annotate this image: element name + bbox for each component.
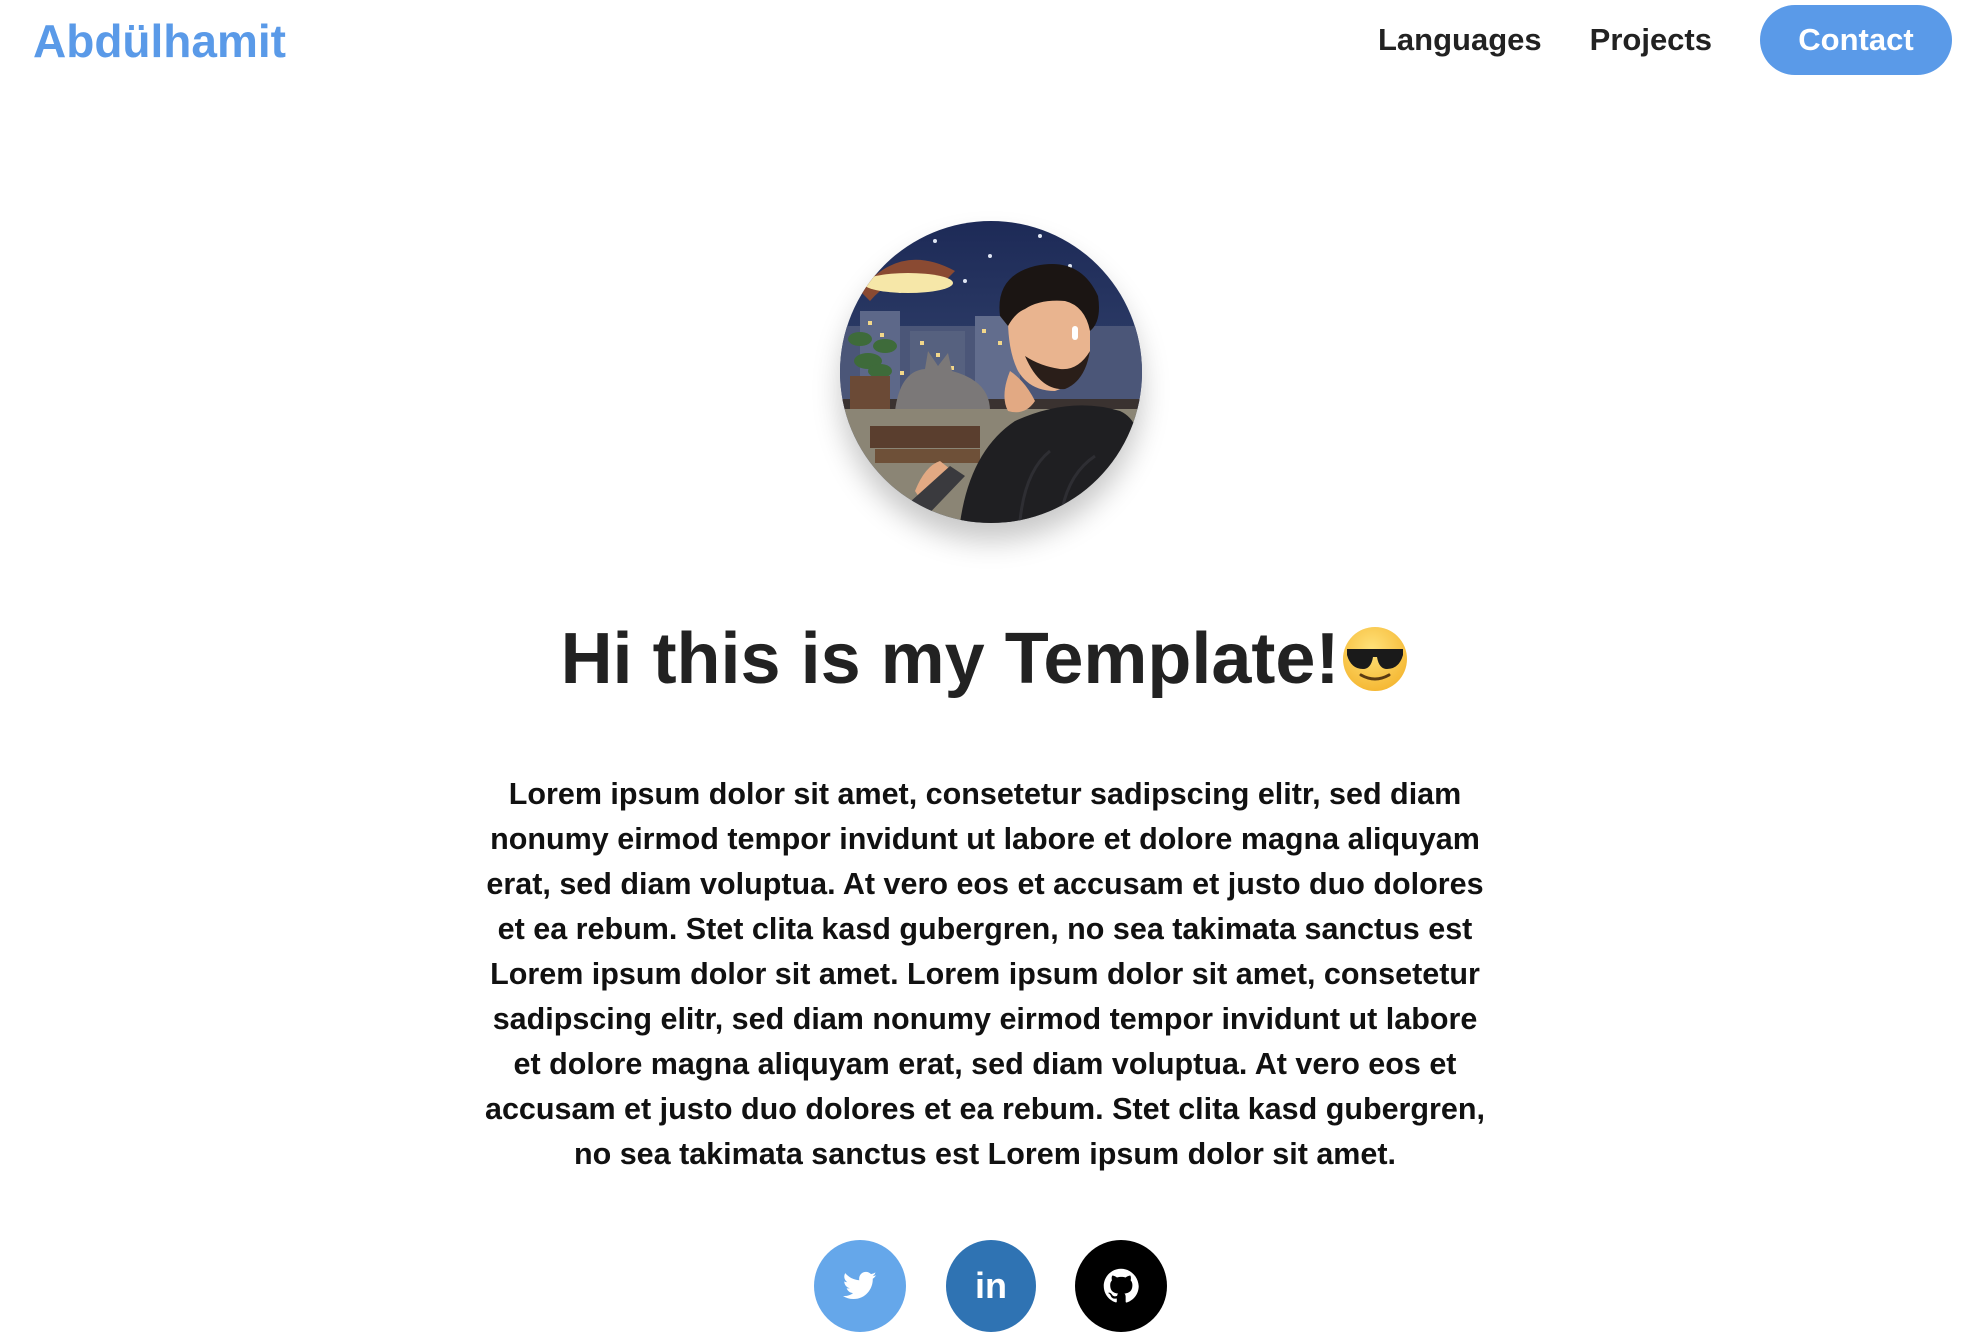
profile-avatar (840, 221, 1142, 523)
twitter-button[interactable] (814, 1240, 906, 1332)
nav-links: Languages Projects Contact (1378, 5, 1952, 75)
nav-link-languages[interactable]: Languages (1378, 22, 1542, 58)
nav-link-projects[interactable]: Projects (1590, 22, 1712, 58)
profile-illustration (840, 221, 1142, 523)
hero-title-text: Hi this is my Template! (560, 619, 1340, 699)
github-button[interactable] (1075, 1240, 1167, 1332)
top-navbar: Abdülhamit Languages Projects Contact (0, 0, 1970, 80)
contact-button[interactable]: Contact (1760, 5, 1952, 75)
twitter-icon (843, 1271, 877, 1300)
linkedin-button[interactable]: in (946, 1240, 1036, 1332)
github-icon (1103, 1268, 1139, 1303)
sunglasses-emoji-icon (1343, 627, 1408, 691)
linkedin-icon: in (975, 1265, 1007, 1306)
hero-description: Lorem ipsum dolor sit amet, consetetur s… (485, 777, 1485, 1171)
social-links: in (0, 1240, 1970, 1332)
hero-title: Hi this is my Template! (0, 618, 1970, 700)
brand-logo-link[interactable]: Abdülhamit (33, 14, 286, 68)
